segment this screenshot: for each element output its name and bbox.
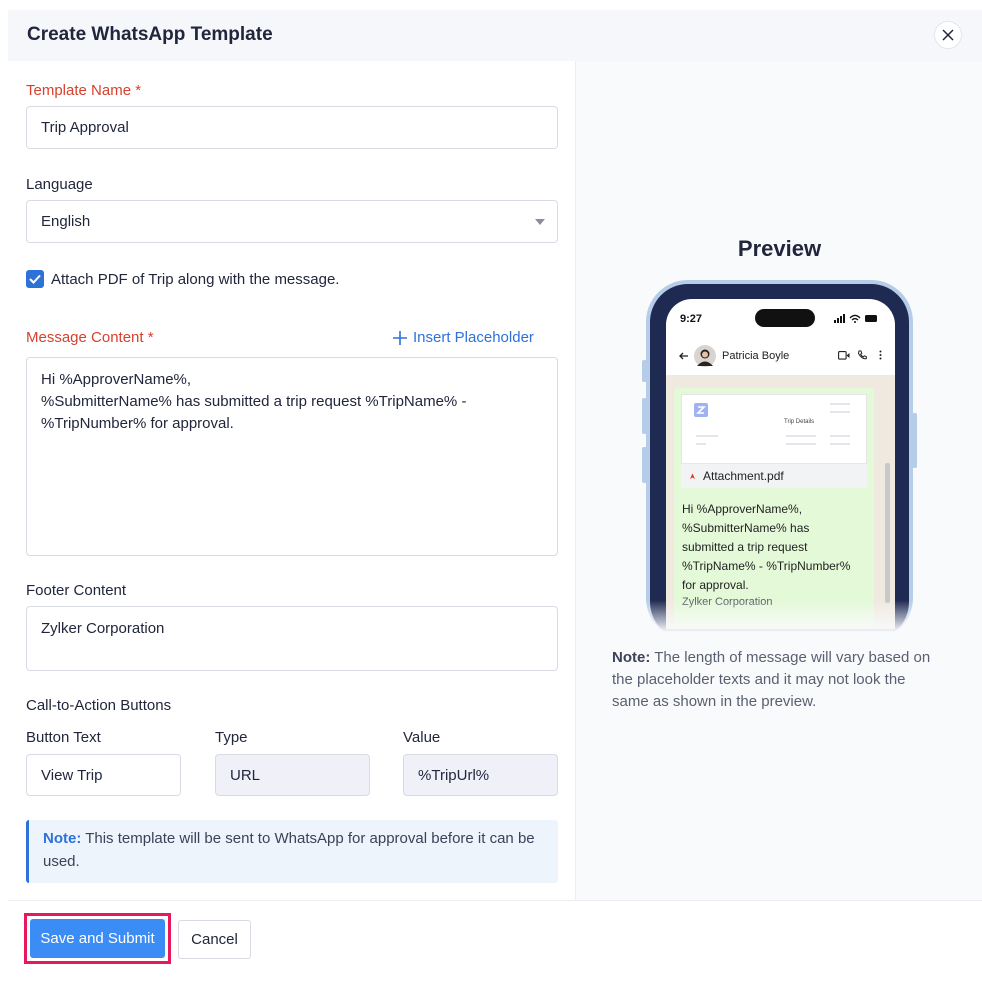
video-call-icon[interactable]: [838, 351, 850, 360]
template-name-input[interactable]: Trip Approval: [26, 106, 558, 149]
attach-pdf-label[interactable]: Attach PDF of Trip along with the messag…: [51, 271, 339, 288]
footer-content-value: Zylker Corporation: [41, 620, 165, 637]
phone-screen: 9:27 Patricia Boyle Trip Details Attachm…: [666, 299, 895, 629]
preview-note: Note: The length of message will vary ba…: [612, 647, 942, 713]
phone-mockup: 9:27 Patricia Boyle Trip Details Attachm…: [642, 280, 917, 640]
footer-content-label: Footer Content: [26, 582, 127, 599]
chat-scrollbar[interactable]: [885, 463, 890, 603]
message-bubble: Trip Details Attachment.pdf Hi %Approver…: [674, 388, 874, 628]
document-thumbnail: Trip Details: [681, 394, 867, 464]
contact-name: Patricia Boyle: [722, 350, 790, 362]
avatar: [694, 345, 716, 367]
template-name-value: Trip Approval: [41, 119, 129, 136]
bubble-line: submitted a trip request: [682, 540, 808, 554]
preview-note-text: The length of message will vary based on…: [612, 649, 931, 710]
insert-placeholder-label: Insert Placeholder: [413, 329, 534, 346]
template-name-label: Template Name *: [26, 82, 142, 99]
phone-call-icon[interactable]: [857, 350, 867, 360]
modal-title: Create WhatsApp Template: [27, 24, 273, 45]
approval-note: Note: This template will be sent to What…: [26, 820, 558, 883]
footer-divider: [8, 900, 982, 901]
preview-panel: Preview 9:27 Patricia Boyle Trip Details…: [575, 61, 982, 900]
cta-button-text-input[interactable]: View Trip: [26, 754, 181, 796]
cta-value-value: %TripUrl%: [418, 767, 490, 784]
footer-content-input[interactable]: Zylker Corporation: [26, 606, 558, 671]
language-select[interactable]: English: [26, 200, 558, 243]
chat-header: Patricia Boyle: [666, 343, 895, 373]
cta-col-type: Type: [215, 729, 248, 746]
preview-title: Preview: [737, 236, 822, 261]
attach-pdf-checkbox[interactable]: [26, 270, 44, 288]
phone-fade-overlay: [646, 600, 913, 640]
message-content-textarea[interactable]: Hi %ApproverName%, %SubmitterName% has s…: [26, 357, 558, 556]
back-arrow-icon[interactable]: [679, 351, 689, 361]
bubble-line: Hi %ApproverName%,: [682, 502, 803, 516]
bubble-line: %SubmitterName% has: [682, 521, 810, 535]
attachment-name: Attachment.pdf: [703, 469, 784, 483]
message-line: %TripNumber% for approval.: [41, 415, 234, 432]
insert-placeholder-link[interactable]: Insert Placeholder: [393, 329, 534, 346]
create-template-modal: Create WhatsApp Template Template Name *…: [8, 10, 982, 992]
language-value: English: [41, 213, 91, 230]
plus-icon: [393, 330, 407, 345]
dropdown-caret-icon: [535, 219, 545, 225]
cta-button-text-value: View Trip: [41, 767, 103, 784]
save-button-highlight: Save and Submit: [24, 913, 171, 964]
form-panel: Template Name * Trip Approval Language E…: [8, 61, 575, 900]
close-button[interactable]: [934, 21, 962, 49]
bubble-text: Hi %ApproverName%, %SubmitterName% has s…: [682, 500, 870, 595]
approval-note-prefix: Note:: [43, 830, 82, 847]
cta-col-button-text: Button Text: [26, 729, 101, 746]
message-content-label: Message Content *: [26, 329, 154, 346]
pdf-icon: [690, 473, 695, 479]
status-time: 9:27: [680, 313, 703, 325]
document-preview-lines: [696, 403, 850, 445]
status-icons: [834, 314, 877, 323]
chat-area: Trip Details Attachment.pdf Hi %Approver…: [666, 375, 895, 629]
bubble-line: %TripName% - %TripNumber%: [682, 559, 851, 573]
cta-col-value: Value: [403, 729, 441, 746]
save-and-submit-button[interactable]: Save and Submit: [30, 919, 165, 958]
cancel-button[interactable]: Cancel: [178, 920, 251, 959]
phone-frame: 9:27 Patricia Boyle Trip Details Attachm…: [650, 284, 909, 640]
document-heading: Trip Details: [784, 419, 815, 425]
preview-note-prefix: Note:: [612, 649, 651, 666]
bubble-line: for approval.: [682, 578, 749, 592]
dynamic-island: [755, 309, 815, 327]
attachment-row[interactable]: Attachment.pdf: [681, 464, 867, 488]
message-line: %SubmitterName% has submitted a trip req…: [41, 393, 467, 410]
close-icon: [942, 29, 954, 41]
cta-type-field: URL: [215, 754, 370, 796]
cta-section-label: Call-to-Action Buttons: [26, 697, 172, 714]
cta-value-field: %TripUrl%: [403, 754, 558, 796]
language-label: Language: [26, 176, 93, 193]
modal-header: Create WhatsApp Template: [8, 10, 982, 61]
approval-note-text: This template will be sent to WhatsApp f…: [43, 830, 535, 870]
message-line: Hi %ApproverName%,: [41, 371, 192, 388]
more-options-icon[interactable]: [879, 350, 882, 360]
checkmark-icon: [29, 274, 41, 284]
cta-type-value: URL: [230, 767, 261, 784]
